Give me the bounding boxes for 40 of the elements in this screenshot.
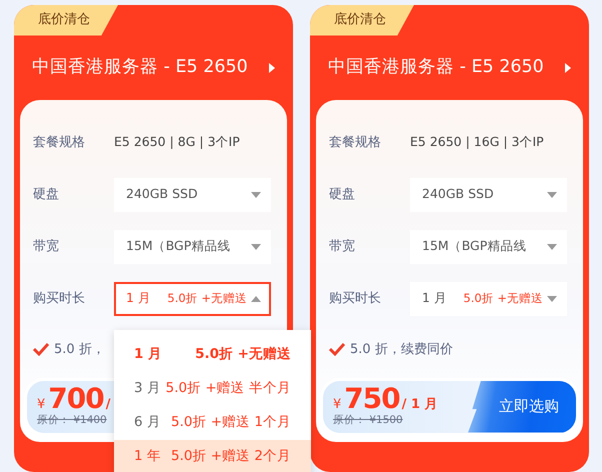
option-label: 套餐规格 (329, 134, 382, 152)
arrow-icon[interactable] (565, 62, 571, 72)
option-label: 硬盘 (329, 186, 356, 204)
option-label: 硬盘 (33, 186, 60, 204)
original-price: 原价： ¥1500 (333, 412, 404, 428)
dropdown-option[interactable]: 1 年 5.0折 +赠送 2个月 (114, 440, 311, 472)
buy-button[interactable]: 立即选购 (468, 380, 576, 432)
dropdown-option[interactable]: 6 月 5.0折 +赠送 1个月 (114, 406, 311, 440)
dropdown-option[interactable]: 1 月 5.0折 +无赠送 (114, 338, 311, 372)
caret-icon (547, 296, 557, 302)
price: ¥750/ 1 月 (333, 384, 438, 412)
select-field[interactable]: 240GB SSD (114, 178, 271, 212)
option-value: E5 2650 | 16G | 3个IP (410, 133, 544, 152)
dropdown-option[interactable]: 3 月 5.0折 +赠送 半个月 (114, 372, 311, 406)
option-label: 带宽 (33, 238, 60, 256)
promo-note: 5.0 折， (54, 340, 105, 359)
caret-icon (251, 192, 261, 198)
option-label: 购买时长 (33, 290, 86, 308)
promo-tag: 底价清仓 (14, 5, 118, 36)
original-price: 原价： ¥1400 (37, 412, 108, 428)
arrow-icon[interactable] (269, 62, 275, 72)
promo-tag: 底价清仓 (310, 5, 414, 36)
promo-note: 5.0 折，续费同价 (350, 340, 453, 359)
price: ¥700/ (37, 384, 110, 412)
caret-icon (547, 192, 557, 198)
caret-icon (251, 244, 261, 250)
select-field[interactable]: 15M（BGP精品线 (114, 230, 271, 264)
option-label: 套餐规格 (33, 134, 86, 152)
select-field[interactable]: 240GB SSD (410, 178, 567, 212)
option-label: 购买时长 (329, 290, 382, 308)
card-title: 中国香港服务器 - E5 2650 (328, 56, 544, 80)
select-field[interactable]: 15M（BGP精品线 (410, 230, 567, 264)
option-label: 带宽 (329, 238, 356, 256)
caret-icon (547, 244, 557, 250)
select-field[interactable]: 1 月 5.0折 +无赠送 (410, 282, 567, 316)
check-icon (329, 343, 345, 356)
card-title: 中国香港服务器 - E5 2650 (32, 56, 248, 80)
check-icon (33, 343, 49, 356)
caret-icon (251, 296, 261, 302)
option-value: E5 2650 | 8G | 3个IP (114, 133, 240, 152)
